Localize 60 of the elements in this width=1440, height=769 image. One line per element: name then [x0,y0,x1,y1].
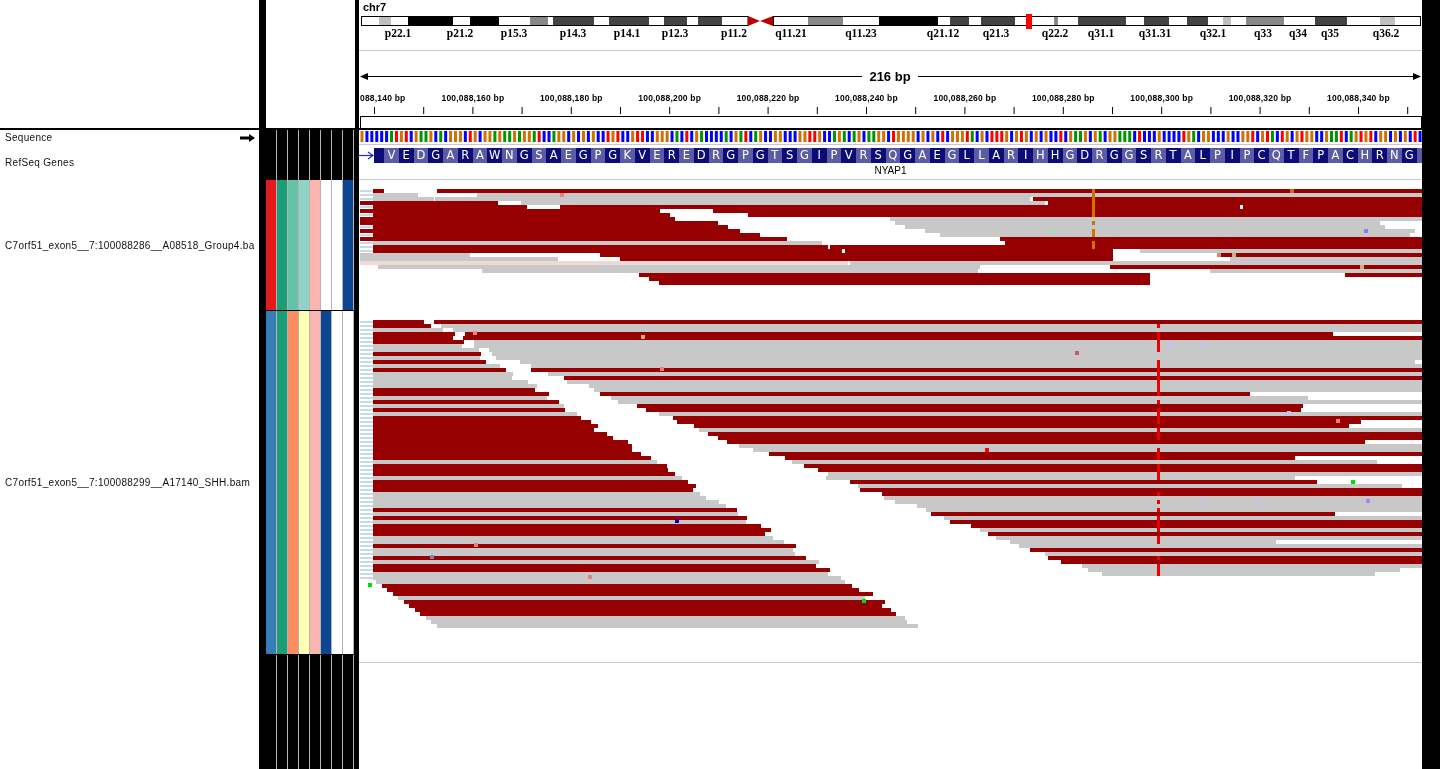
gene-name: NYAP1 [874,165,907,176]
amino-acid: I [1018,148,1033,163]
ruler-tick-label: 100,088,220 bp [736,93,800,103]
amino-acid: Q [1269,148,1284,163]
band-label: p15.3 [500,26,528,39]
amino-acid: S [782,148,797,163]
band-label: p14.1 [613,26,641,39]
amino-acid: V [841,148,856,163]
band-label: q36.2 [1372,26,1400,39]
band-label: q11.21 [775,26,807,39]
band-label: q22.2 [1041,26,1069,39]
track-name: C7orf51_exon5__7:100088299__A17140_SHH.bam [5,477,250,489]
amino-acid: P [1313,148,1328,163]
amino-acid: G [428,148,443,163]
amino-acid: C [1254,148,1269,163]
band-label: p12.3 [661,26,689,39]
amino-acid: R [1372,148,1387,163]
amino-acid: L [1195,148,1210,163]
ruler-tick-label: 100,088,240 bp [835,93,898,103]
track-name: RefSeq Genes [5,156,75,169]
amino-acid: G [723,148,738,163]
right-arrow-icon [359,151,374,160]
amino-acid: D [1077,148,1092,163]
band-label: q31.31 [1138,26,1172,39]
amino-acid: S [1136,148,1151,163]
band-label: q34 [1289,26,1307,39]
track-name: C7orf51_exon5__7:100088286__A08518_Group4.ba [5,239,255,252]
track-name: Sequence [5,131,53,144]
chromosome-name: chr7 [363,0,387,14]
ruler-tick-label: 088,140 bp [360,93,406,103]
band-label: p22.1 [384,26,412,39]
amino-acid: G [900,148,915,163]
ruler-tick-label: 100,088,200 bp [638,93,702,103]
band-label: p11.2 [721,26,747,39]
band-label: q11.23 [845,26,877,39]
band-label: q21.12 [926,26,960,39]
amino-acid: G [605,148,620,163]
band-label: q31.1 [1087,26,1115,39]
ruler-tick-label: 100,088,280 bp [1031,93,1095,103]
amino-acid: L [959,148,974,163]
ruler-tick-label: 100,088,300 bp [1130,93,1194,103]
band-label: q35 [1321,26,1339,39]
band-label: q33 [1254,26,1272,39]
gene-feature[interactable]: V E D G A R A W N G S A E G P G K V E R E D R G P G T S G I P V R S Q G A E G L L A R I H H G D R G G S R T A L P I P C Q T F P A C H R N G [374,148,1422,163]
amino-acid: W [487,148,502,163]
region-marker-icon [1026,14,1032,29]
ruler-tick-label: 100,088,160 bp [441,93,505,103]
ruler-span-label: 216 bp [869,69,911,84]
ruler-tick-label: 100,088,340 bp [1327,93,1390,103]
band-label: q21.3 [982,26,1010,39]
band-label: p14.3 [559,26,587,39]
band-label: q32.1 [1199,26,1227,39]
amino-acid: R [664,148,679,163]
chromosome-ideogram[interactable] [361,16,1421,26]
right-arrow-icon[interactable] [240,133,255,142]
ruler-tick-label: 100,088,180 bp [539,93,603,103]
band-label: p21.2 [446,26,474,39]
amino-acid: A [546,148,561,163]
ruler-tick-label: 100,088,260 bp [933,93,997,103]
ruler-tick-label: 100,088,320 bp [1228,93,1292,103]
